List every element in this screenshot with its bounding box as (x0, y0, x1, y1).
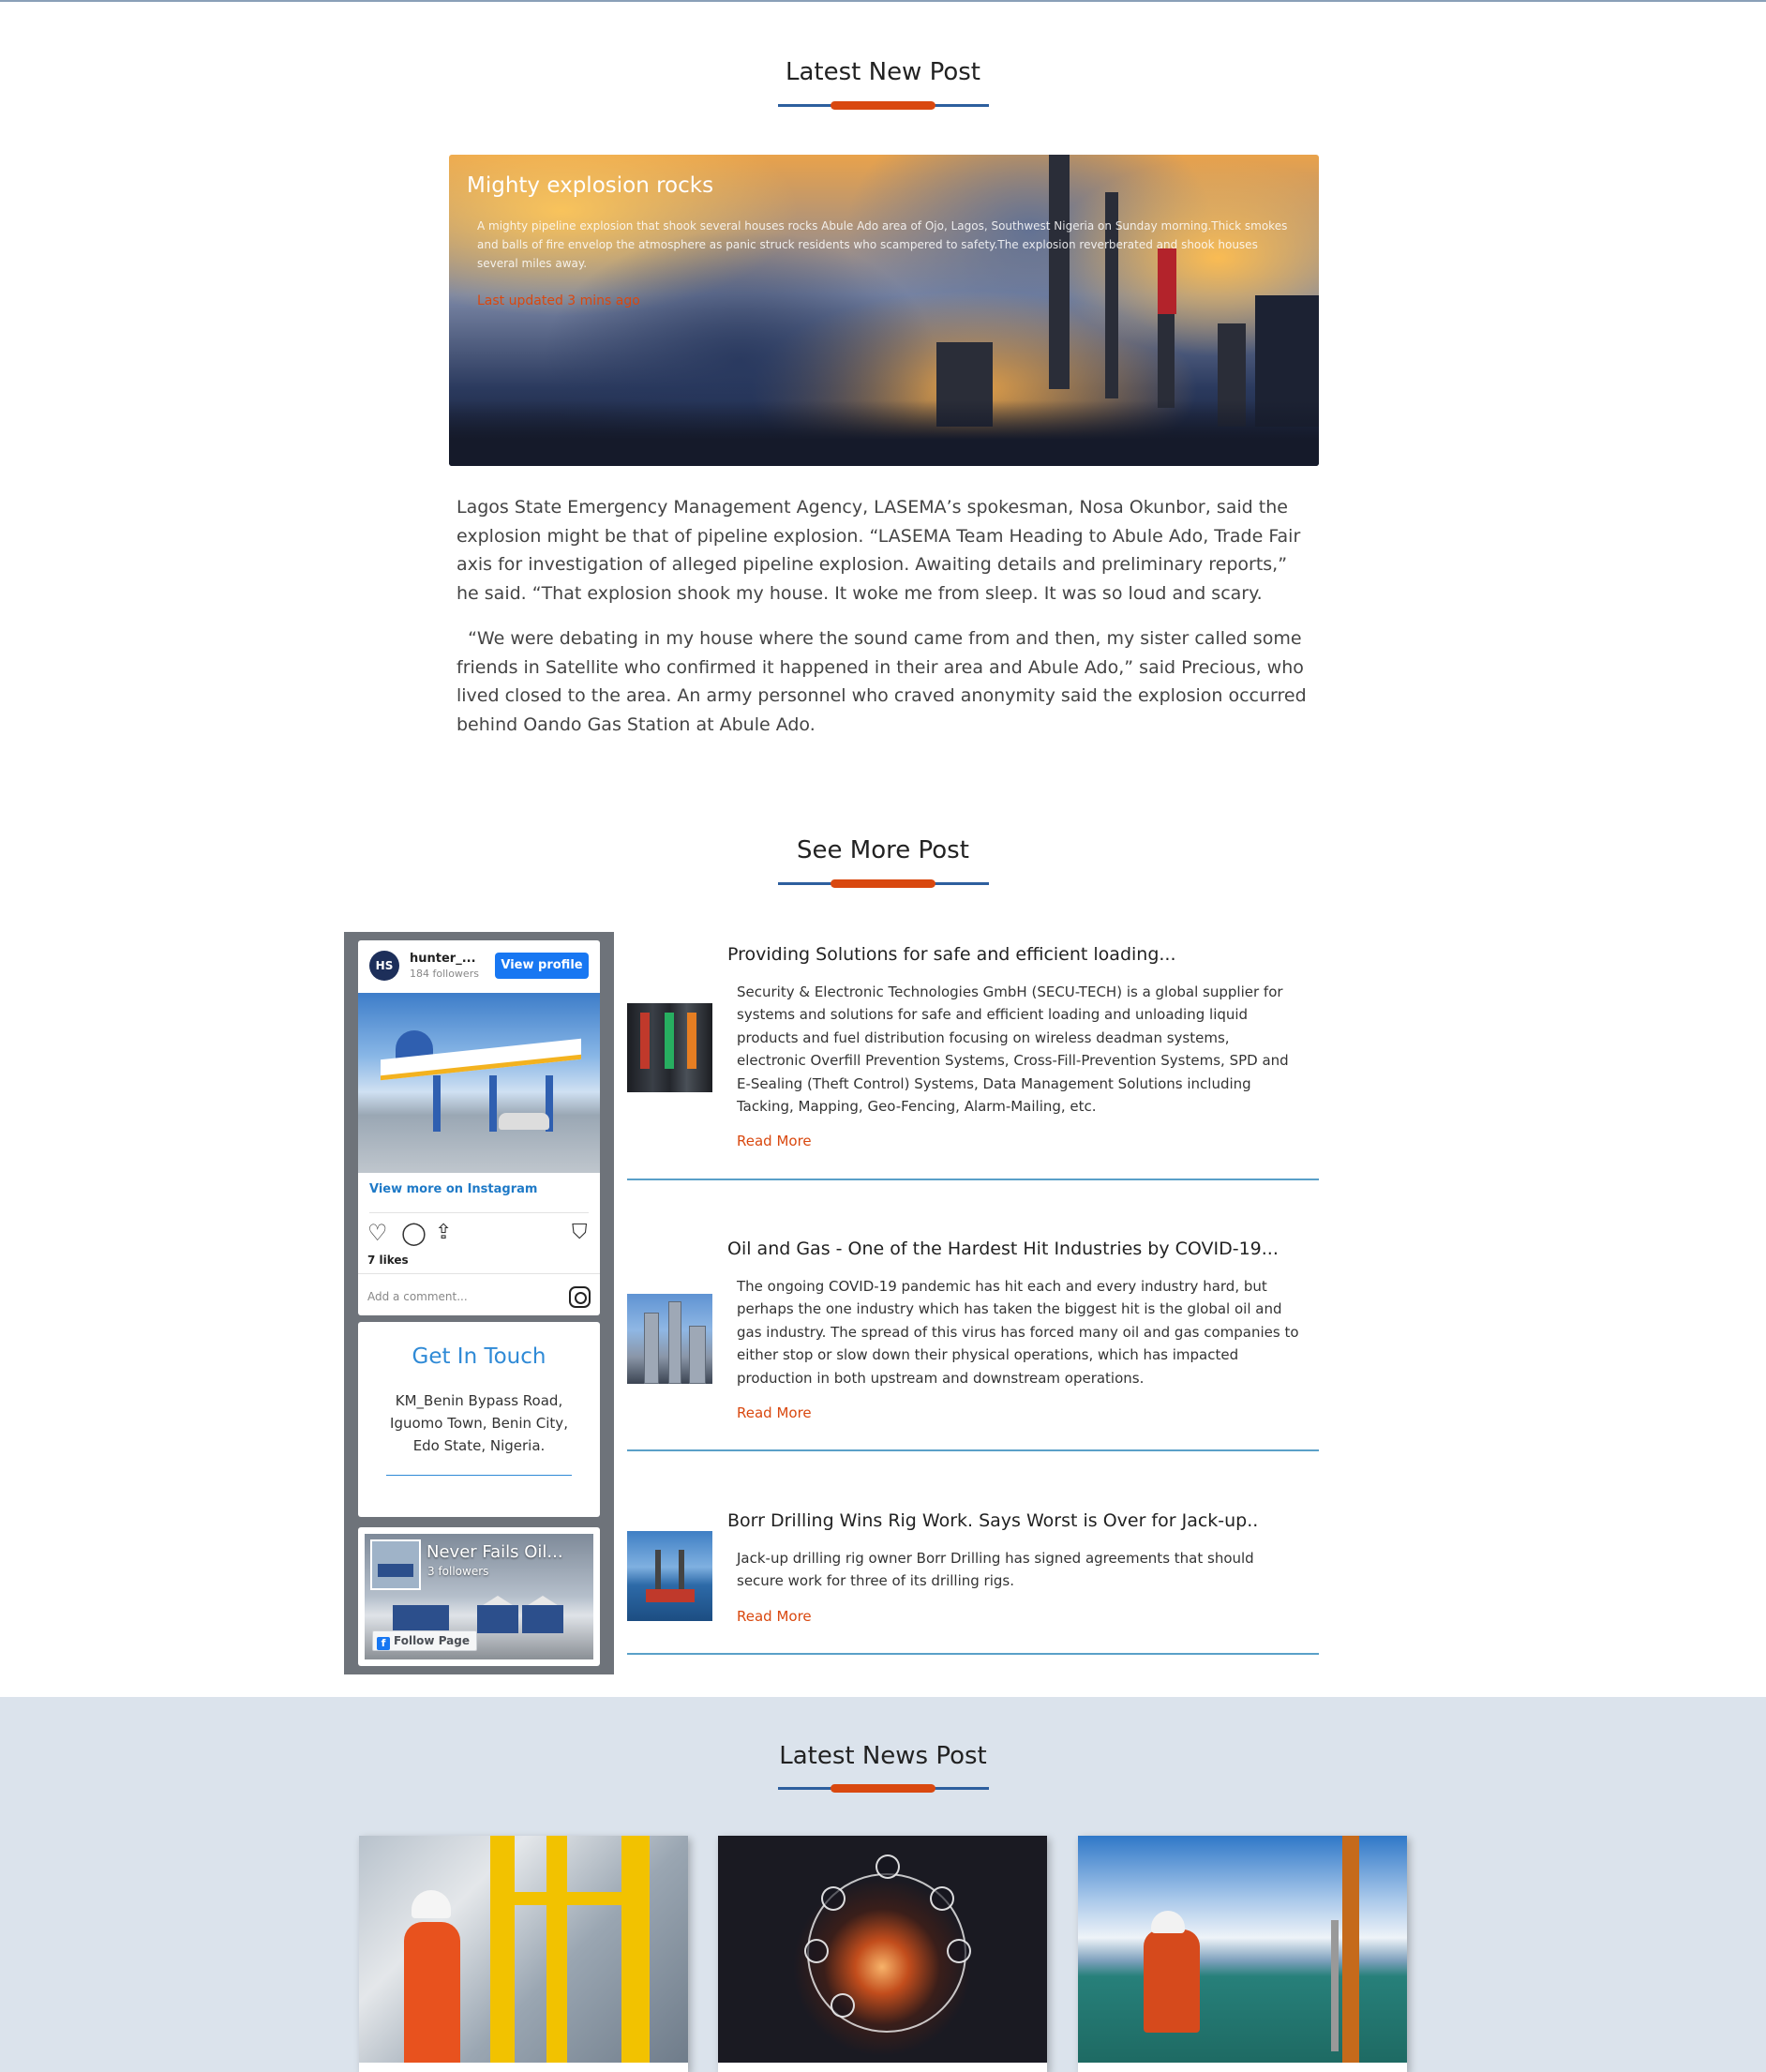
follow-page-button[interactable]: f Follow Page (372, 1630, 477, 1651)
news-card-image[interactable] (1078, 1836, 1407, 2063)
section-title-latest-news-post: Latest News Post (779, 1742, 987, 1770)
title-underline (778, 879, 989, 888)
instagram-comment-input[interactable]: Add a comment... (367, 1290, 468, 1303)
post-thumbnail[interactable] (627, 1531, 712, 1621)
news-card-image[interactable] (359, 1836, 688, 2063)
instagram-icon[interactable] (569, 1286, 591, 1308)
read-more-link[interactable]: Read More (737, 1404, 812, 1421)
comment-icon[interactable]: ◯ (401, 1221, 427, 1245)
post-thumbnail[interactable] (627, 1294, 712, 1384)
post-thumbnail[interactable] (627, 1003, 712, 1092)
view-profile-button[interactable]: View profile (495, 953, 589, 979)
post-title[interactable]: Borr Drilling Wins Rig Work. Says Worst … (727, 1510, 1258, 1531)
contact-card: Get In Touch KM_Benin Bypass Road, Iguom… (358, 1322, 600, 1517)
hero-banner[interactable]: Mighty explosion rocks A mighty pipeline… (449, 155, 1319, 466)
news-card-image[interactable] (718, 1836, 1047, 2063)
post-title[interactable]: Oil and Gas - One of the Hardest Hit Ind… (727, 1239, 1279, 1259)
section-title-latest-new-post: Latest New Post (786, 58, 980, 86)
article-paragraph-2: “We were debating in my house where the … (456, 628, 1312, 735)
facebook-page-avatar[interactable] (370, 1539, 421, 1590)
read-more-link[interactable]: Read More (737, 1608, 812, 1625)
heart-icon[interactable]: ♡ (367, 1221, 388, 1245)
contact-divider (386, 1475, 572, 1476)
facebook-page-embed: Never Fails Oil... 3 followers f Follow P… (358, 1527, 600, 1666)
facebook-page-name[interactable]: Never Fails Oil... (427, 1542, 563, 1562)
bookmark-icon[interactable]: ⛉ (572, 1221, 588, 1245)
follow-page-label: Follow Page (394, 1634, 470, 1647)
instagram-embed: HS hunter_... 184 followers View profile… (358, 940, 600, 1315)
contact-address: KM_Benin Bypass Road, Iguomo Town, Benin… (390, 1392, 568, 1454)
news-card[interactable] (1078, 1836, 1407, 2072)
hero-summary: A mighty pipeline explosion that shook s… (477, 219, 1288, 270)
instagram-followers: 184 followers (410, 968, 479, 980)
post-title[interactable]: Providing Solutions for safe and efficie… (727, 944, 1176, 965)
news-card[interactable] (359, 1836, 688, 2072)
sidebar: HS hunter_... 184 followers View profile… (344, 932, 614, 1674)
post-excerpt: Jack-up drilling rig owner Borr Drilling… (737, 1550, 1254, 1590)
post-excerpt: Security & Electronic Technologies GmbH … (737, 983, 1289, 1116)
title-underline (778, 1784, 989, 1793)
news-card[interactable] (718, 1836, 1047, 2072)
post-divider (627, 1653, 1319, 1655)
facebook-icon: f (377, 1637, 390, 1650)
facebook-cover-image[interactable]: Never Fails Oil... 3 followers f Follow P… (365, 1534, 593, 1659)
facebook-followers: 3 followers (427, 1565, 489, 1578)
view-more-instagram-link[interactable]: View more on Instagram (369, 1182, 537, 1196)
top-divider (0, 0, 1766, 2)
title-underline (778, 101, 989, 110)
post-excerpt: The ongoing COVID-19 pandemic has hit ea… (737, 1278, 1299, 1387)
share-icon[interactable]: ⇪ (435, 1221, 452, 1245)
read-more-link[interactable]: Read More (737, 1133, 812, 1149)
section-title-see-more-post: See More Post (797, 836, 969, 864)
instagram-post-image[interactable] (358, 993, 600, 1173)
hero-title[interactable]: Mighty explosion rocks (467, 173, 713, 198)
instagram-likes: 7 likes (367, 1254, 409, 1267)
post-divider (627, 1179, 1319, 1180)
instagram-avatar[interactable]: HS (369, 951, 399, 981)
contact-title: Get In Touch (412, 1344, 546, 1369)
hero-last-updated: Last updated 3 mins ago (477, 293, 640, 308)
article-paragraph-1: Lagos State Emergency Management Agency,… (456, 497, 1301, 604)
instagram-username[interactable]: hunter_... (410, 952, 476, 966)
post-divider (627, 1449, 1319, 1451)
